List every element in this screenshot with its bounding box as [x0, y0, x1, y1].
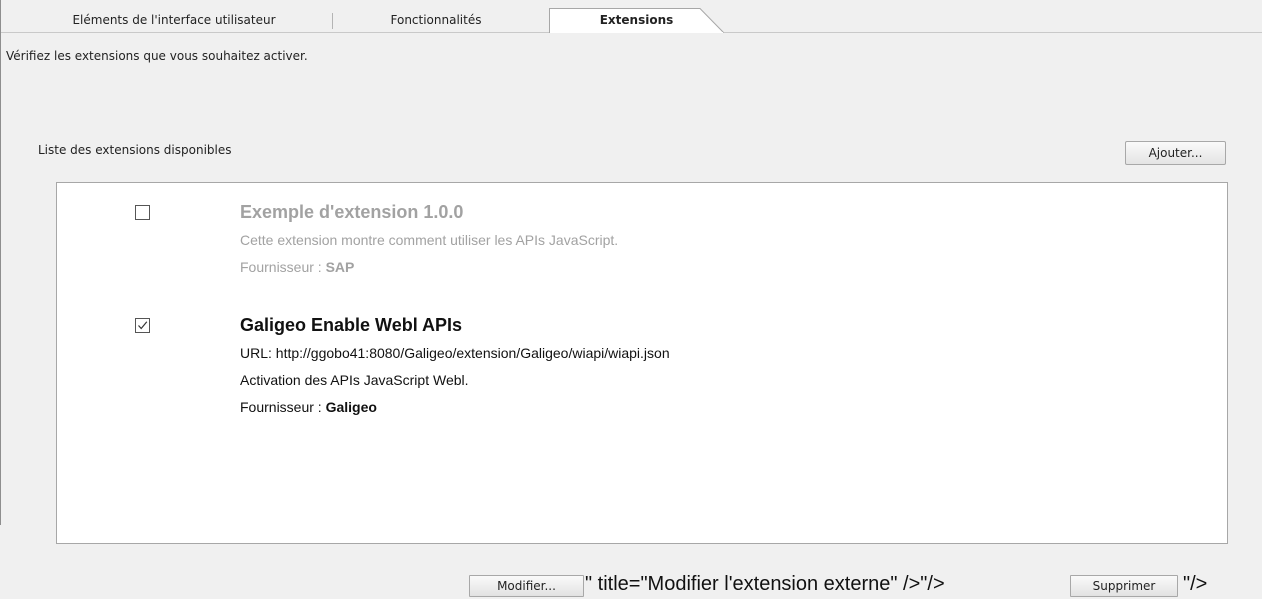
- modify-extension-button[interactable]: Modifier...: [469, 575, 584, 597]
- window-left-border: [0, 0, 1, 525]
- delete-extension-button[interactable]: Supprimer: [1070, 575, 1178, 597]
- add-extension-button[interactable]: Ajouter...: [1125, 141, 1226, 165]
- extension-details: Galigeo Enable Webl APIs URL: http://ggo…: [240, 314, 670, 418]
- provider-label: Fournisseur :: [240, 259, 326, 275]
- provider-name: SAP: [325, 259, 355, 275]
- extension-description: Cette extension montre comment utiliser …: [240, 232, 619, 248]
- check-icon: [138, 321, 148, 330]
- extension-description: Activation des APIs JavaScript Webl.: [240, 372, 469, 388]
- available-extensions-label: Liste des extensions disponibles: [38, 143, 232, 157]
- extension-checkbox[interactable]: [135, 205, 150, 220]
- tab-extensions[interactable]: Extensions: [549, 8, 724, 33]
- tab-extensions-label: Extensions: [599, 13, 674, 27]
- extension-provider: Fournisseur : Galigeo: [240, 396, 670, 418]
- tab-ui-elements[interactable]: Eléments de l'interface utilisateur: [23, 8, 325, 32]
- tab-features[interactable]: Fonctionnalités: [341, 8, 531, 32]
- extension-title: Galigeo Enable Webl APIs: [240, 315, 463, 335]
- extension-provider: Fournisseur : SAP: [240, 256, 618, 278]
- extension-details: Exemple d'extension 1.0.0 Cette extensio…: [240, 201, 618, 278]
- extension-title: Exemple d'extension 1.0.0: [240, 202, 464, 222]
- tab-bar: Eléments de l'interface utilisateur Fonc…: [1, 0, 1262, 33]
- instructions-text: Vérifiez les extensions que vous souhait…: [6, 49, 308, 63]
- modify-button-trailing-text: " title="Modifier l'extension externe" /…: [585, 573, 945, 595]
- tab-separator: [332, 13, 333, 29]
- provider-label: Fournisseur :: [240, 399, 326, 415]
- extension-actions: Modifier... " title="Modifier l'extensio…: [57, 569, 1227, 599]
- extension-url: URL: http://ggobo41:8080/Galigeo/extensi…: [240, 345, 670, 361]
- extension-checkbox[interactable]: [135, 318, 150, 333]
- provider-name: Galigeo: [325, 399, 377, 415]
- delete-button-trailing-text: "/>: [1183, 573, 1208, 595]
- extensions-list-panel: Exemple d'extension 1.0.0 Cette extensio…: [56, 182, 1228, 597]
